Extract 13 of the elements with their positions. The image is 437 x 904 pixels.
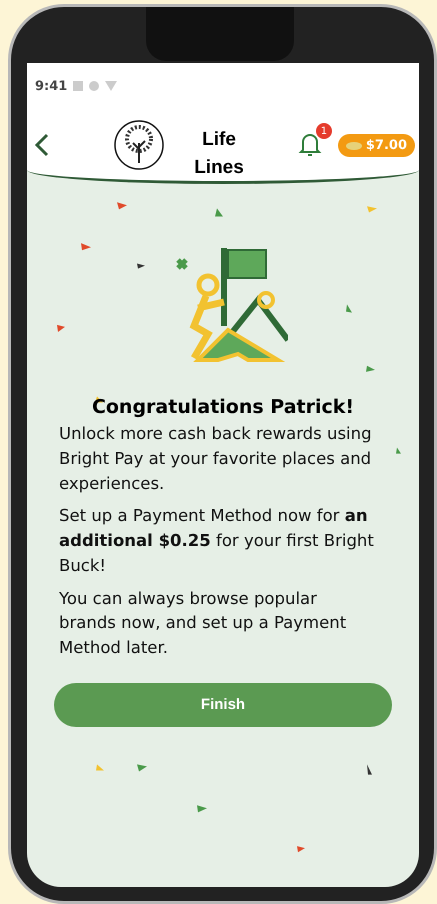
notification-badge: 1 — [316, 123, 332, 139]
finish-button[interactable]: Finish — [54, 682, 392, 727]
congratulations-heading: Congratulations Patrick! — [92, 396, 354, 418]
body-paragraph: You can always browse popular brands now, and set up a Payment Method later. — [58, 588, 348, 659]
body-paragraph: Set up a Payment Method now for an additional $0.25 for your first Bright Buck! — [58, 505, 375, 577]
body-paragraph: Unlock more cash back rewards using Bright Pay at your favorite places and experiences. — [58, 423, 373, 494]
bell-icon[interactable] — [298, 131, 322, 157]
signal-icon — [89, 81, 120, 91]
app-title: Life Lines — [193, 128, 245, 180]
status-time: 9:41 — [35, 78, 68, 94]
balance-pill[interactable]: $7.00 — [338, 134, 415, 156]
tree-logo-icon — [113, 119, 165, 171]
status-square-icon — [73, 81, 84, 91]
